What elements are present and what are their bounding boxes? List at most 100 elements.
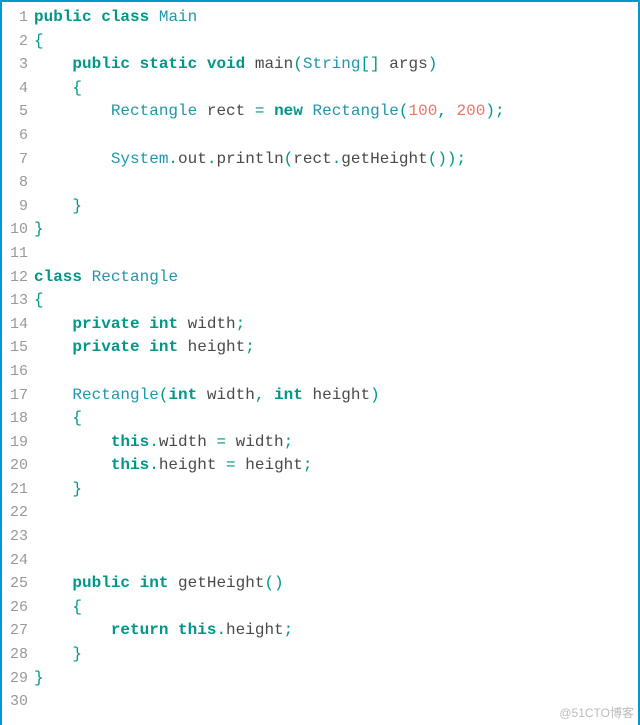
line-number: 22 xyxy=(2,501,34,525)
code-viewer: 1public class Main2{3 public static void… xyxy=(0,0,640,725)
token: static xyxy=(140,55,198,73)
token: ( xyxy=(159,386,169,404)
code-content xyxy=(34,690,638,714)
code-line: 5 Rectangle rect = new Rectangle(100, 20… xyxy=(2,100,638,124)
token: { xyxy=(34,32,44,50)
code-content: this.width = width; xyxy=(34,431,638,455)
token xyxy=(130,55,140,73)
token: ; xyxy=(245,338,255,356)
code-line: 26 { xyxy=(2,596,638,620)
line-number: 23 xyxy=(2,525,34,549)
code-line: 20 this.height = height; xyxy=(2,454,638,478)
token xyxy=(149,8,159,26)
code-line: 6 xyxy=(2,124,638,148)
code-line: 14 private int width; xyxy=(2,313,638,337)
token: height xyxy=(159,456,226,474)
token xyxy=(34,386,72,404)
token: ) xyxy=(428,55,438,73)
token: width xyxy=(178,315,236,333)
code-content xyxy=(34,171,638,195)
token: ) xyxy=(370,386,380,404)
code-content: } xyxy=(34,478,638,502)
token: ( xyxy=(399,102,409,120)
token: int xyxy=(149,338,178,356)
token: 200 xyxy=(457,102,486,120)
token: ; xyxy=(284,433,294,451)
code-content: private int width; xyxy=(34,313,638,337)
code-content: return this.height; xyxy=(34,619,638,643)
token: ( xyxy=(284,150,294,168)
token xyxy=(92,8,102,26)
code-line: 2{ xyxy=(2,30,638,54)
token: this xyxy=(111,433,149,451)
code-content: Rectangle(int width, int height) xyxy=(34,384,638,408)
code-content: { xyxy=(34,30,638,54)
line-number: 5 xyxy=(2,100,34,124)
token: width xyxy=(159,433,217,451)
line-number: 17 xyxy=(2,384,34,408)
code-line: 15 private int height; xyxy=(2,336,638,360)
token: getHeight xyxy=(168,574,264,592)
token: } xyxy=(34,669,44,687)
token: { xyxy=(72,409,82,427)
token: Rectangle xyxy=(111,102,197,120)
token: height xyxy=(226,621,284,639)
code-line: 1public class Main xyxy=(2,6,638,30)
token: ; xyxy=(284,621,294,639)
code-line: 3 public static void main(String[] args) xyxy=(2,53,638,77)
token: new xyxy=(274,102,303,120)
code-content: { xyxy=(34,407,638,431)
token: = xyxy=(226,456,236,474)
token: . xyxy=(168,150,178,168)
token: println xyxy=(216,150,283,168)
token xyxy=(34,480,72,498)
code-line: 4 { xyxy=(2,77,638,101)
token xyxy=(34,574,72,592)
token xyxy=(168,621,178,639)
token: args xyxy=(380,55,428,73)
token: 100 xyxy=(409,102,438,120)
line-number: 29 xyxy=(2,667,34,691)
code-content xyxy=(34,525,638,549)
code-line: 23 xyxy=(2,525,638,549)
code-line: 13{ xyxy=(2,289,638,313)
code-line: 10} xyxy=(2,218,638,242)
token: void xyxy=(207,55,245,73)
line-number: 20 xyxy=(2,454,34,478)
token xyxy=(264,102,274,120)
line-number: 26 xyxy=(2,596,34,620)
token: String xyxy=(303,55,361,73)
token xyxy=(34,150,111,168)
token: rect xyxy=(197,102,255,120)
token xyxy=(34,456,111,474)
token xyxy=(34,338,72,356)
token: } xyxy=(34,220,44,238)
line-number: 4 xyxy=(2,77,34,101)
token xyxy=(34,315,72,333)
code-content: System.out.println(rect.getHeight()); xyxy=(34,148,638,172)
code-content: { xyxy=(34,289,638,313)
code-content: } xyxy=(34,218,638,242)
token: Rectangle xyxy=(92,268,178,286)
token: = xyxy=(255,102,265,120)
code-line: 8 xyxy=(2,171,638,195)
token xyxy=(34,55,72,73)
token: this xyxy=(111,456,149,474)
code-content xyxy=(34,242,638,266)
token: this xyxy=(178,621,216,639)
code-content: Rectangle rect = new Rectangle(100, 200)… xyxy=(34,100,638,124)
code-content xyxy=(34,360,638,384)
token: ); xyxy=(485,102,504,120)
token xyxy=(264,386,274,404)
token: height xyxy=(236,456,303,474)
token: ; xyxy=(236,315,246,333)
token: main xyxy=(245,55,293,73)
token: , xyxy=(437,102,447,120)
line-number: 30 xyxy=(2,690,34,714)
code-content: public class Main xyxy=(34,6,638,30)
token: ( xyxy=(293,55,303,73)
watermark: @51CTO博客 xyxy=(559,704,634,721)
code-content: public int getHeight() xyxy=(34,572,638,596)
line-number: 13 xyxy=(2,289,34,313)
token: { xyxy=(72,79,82,97)
